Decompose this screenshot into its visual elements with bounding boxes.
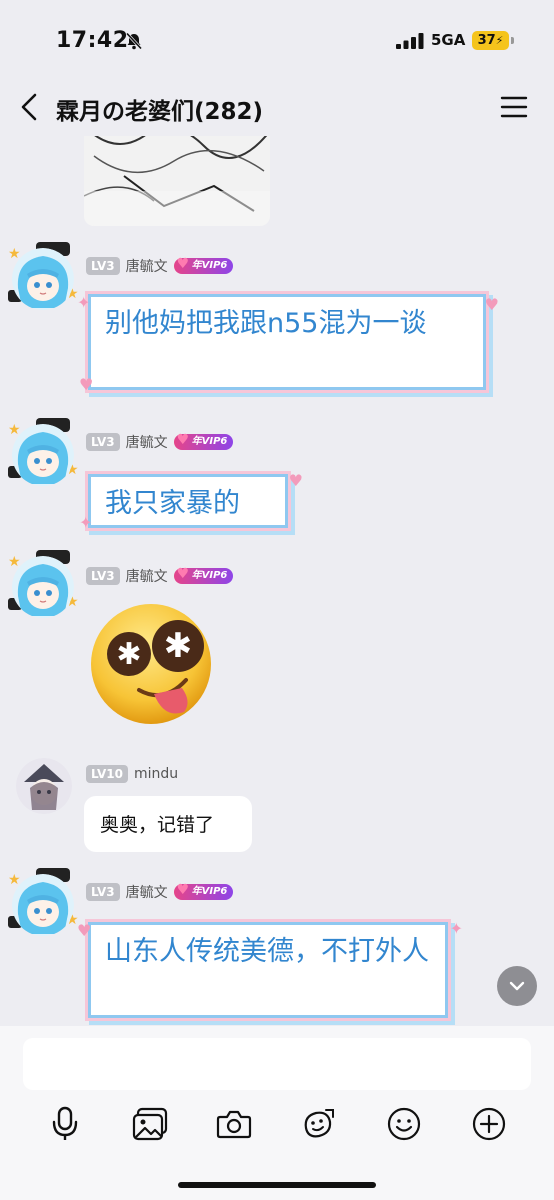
microphone-button[interactable] xyxy=(45,1104,85,1144)
menu-icon[interactable] xyxy=(500,95,528,119)
user-avatar[interactable] xyxy=(12,248,74,310)
battery-icon: 37⚡ xyxy=(472,31,516,50)
sticker-pen-icon xyxy=(304,1109,334,1138)
message-meta: LV3 唐毓文 年VIP6 xyxy=(86,882,234,902)
bell-off-icon xyxy=(125,32,143,50)
group-title[interactable]: 霖月の老婆们(282) xyxy=(56,92,263,126)
message-text: 山东人传统美德，不打外人 xyxy=(105,936,429,967)
svg-text:✱: ✱ xyxy=(164,626,193,666)
previous-image-message[interactable] xyxy=(84,136,270,226)
vip-badge: 年VIP6 xyxy=(173,882,234,900)
chat-message-list[interactable]: ★ ★ LV3 唐毓文 年VIP6 别他妈把我跟n55混为一谈 ✦ ♥ ♥ ★ … xyxy=(0,136,554,1026)
microphone-icon xyxy=(52,1106,78,1140)
home-indicator xyxy=(178,1182,376,1188)
camera-button[interactable] xyxy=(214,1104,254,1144)
vip-badge: 年VIP6 xyxy=(173,432,234,450)
signal-icon xyxy=(396,33,424,49)
battery-level: 37 xyxy=(477,33,496,48)
message-bubble[interactable]: 奥奥，记错了 xyxy=(84,796,252,852)
more-button[interactable] xyxy=(469,1104,509,1144)
message-text: 我只家暴的 xyxy=(105,488,240,519)
vip-badge: 年VIP6 xyxy=(173,566,234,584)
message-text: 别他妈把我跟n55混为一谈 xyxy=(105,308,427,339)
message-meta: LV3 唐毓文 年VIP6 xyxy=(86,566,234,586)
sender-name[interactable]: 唐毓文 xyxy=(126,882,168,902)
camera-icon xyxy=(216,1110,252,1139)
sender-name[interactable]: 唐毓文 xyxy=(126,432,168,452)
user-avatar[interactable] xyxy=(12,424,74,486)
network-type: 5GA xyxy=(431,31,466,49)
dizzy-tongue-emoji-icon[interactable]: ✱ ✱ xyxy=(84,594,218,728)
user-avatar[interactable] xyxy=(12,556,74,618)
sender-name[interactable]: 唐毓文 xyxy=(126,256,168,276)
vip-badge: 年VIP6 xyxy=(173,256,234,274)
level-badge: LV3 xyxy=(86,257,120,275)
message-meta: LV3 唐毓文 年VIP6 xyxy=(86,256,234,276)
user-avatar[interactable] xyxy=(12,874,74,936)
emoji-icon xyxy=(387,1107,421,1141)
sender-name[interactable]: mindu xyxy=(134,766,178,782)
message-meta: LV3 唐毓文 年VIP6 xyxy=(86,432,234,452)
scroll-to-bottom-button[interactable] xyxy=(497,966,537,1006)
message-meta: LV10 mindu xyxy=(86,764,178,784)
status-time: 17:42 xyxy=(56,28,129,53)
chat-header: 霖月の老婆们(282) xyxy=(0,80,554,136)
svg-text:✱: ✱ xyxy=(116,637,141,672)
status-bar: 17:42 5GA 37⚡ xyxy=(0,0,554,80)
emoji-button[interactable] xyxy=(384,1104,424,1144)
message-bubble[interactable]: 我只家暴的 ♥ ✦ xyxy=(79,471,303,532)
user-avatar[interactable] xyxy=(16,758,72,814)
sticker-pen-button[interactable] xyxy=(298,1104,338,1144)
back-arrow-icon[interactable] xyxy=(18,92,42,122)
message-text: 奥奥，记错了 xyxy=(100,814,215,836)
level-badge: LV3 xyxy=(86,433,120,451)
level-badge: LV3 xyxy=(86,567,120,585)
plus-icon xyxy=(472,1107,506,1141)
sender-name[interactable]: 唐毓文 xyxy=(126,566,168,586)
image-button[interactable] xyxy=(130,1104,170,1144)
message-input[interactable] xyxy=(23,1038,531,1090)
input-area xyxy=(0,1026,554,1200)
message-bubble[interactable]: 山东人传统美德，不打外人 ✦ ♥ xyxy=(77,919,463,1018)
message-bubble[interactable]: 别他妈把我跟n55混为一谈 ✦ ♥ ♥ xyxy=(77,293,499,394)
chevron-down-icon xyxy=(509,981,525,991)
image-icon xyxy=(132,1107,168,1141)
level-badge: LV10 xyxy=(86,765,128,783)
level-badge: LV3 xyxy=(86,883,120,901)
